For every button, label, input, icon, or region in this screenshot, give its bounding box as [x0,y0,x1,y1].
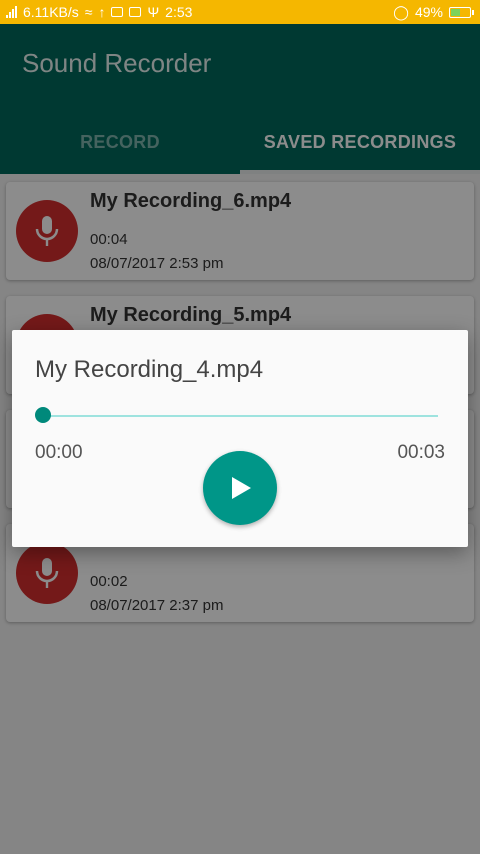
current-time: 00:00 [35,442,83,463]
network-speed: 6.11KB/s [23,4,79,20]
battery-percent: 49% [414,4,443,20]
status-bar: 6.11KB/s ≈ ↑ Ψ 2:53 ◯ 49% [0,0,480,24]
playback-dialog: My Recording_4.mp4 00:00 00:03 [12,330,468,547]
cat-app-icon [129,7,142,17]
usb-debug-icon: Ψ [147,4,160,20]
wifi-icon: ≈ [84,4,93,20]
usb-icon: ↑ [98,4,106,20]
play-button[interactable] [203,451,277,525]
signal-icon [6,6,17,18]
seek-bar-track[interactable] [42,415,438,417]
total-time: 00:03 [397,442,445,463]
seek-bar-thumb[interactable] [35,407,51,423]
alarm-icon: ◯ [393,3,409,20]
status-time: 2:53 [165,4,193,20]
play-icon [232,477,251,499]
battery-icon [449,6,474,18]
dialog-title: My Recording_4.mp4 [35,356,264,383]
mail-icon [111,7,124,17]
